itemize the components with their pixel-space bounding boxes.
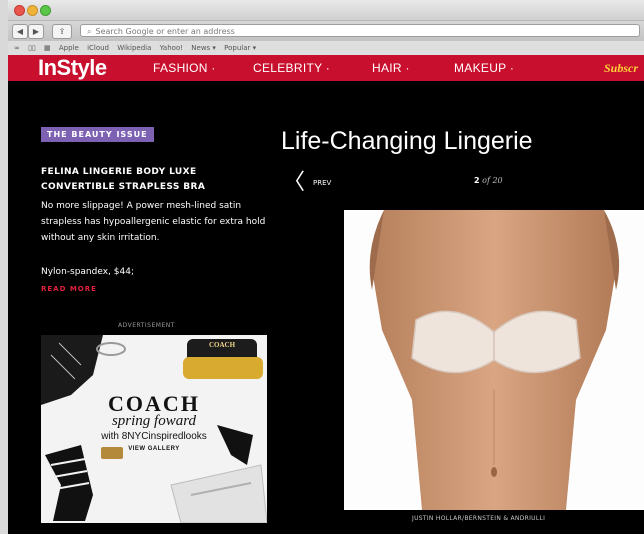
nav-hair[interactable]: HAIR · <box>372 61 410 75</box>
forward-icon[interactable]: ▶ <box>28 24 44 39</box>
close-window-button[interactable] <box>14 5 25 16</box>
bag-shape <box>170 464 267 523</box>
bookmark-icloud[interactable]: iCloud <box>87 44 109 52</box>
product-title: FELINA LINGERIE BODY LUXE CONVERTIBLE ST… <box>41 167 206 192</box>
chevron-left-icon: 〈 <box>283 170 306 195</box>
prev-button[interactable]: 〈 PREV <box>283 172 331 194</box>
address-bar[interactable]: ⌕ Search Google or enter an address <box>80 24 640 37</box>
top-sites-icon[interactable]: ▦ <box>44 44 51 52</box>
title-bar <box>8 0 644 21</box>
site-nav: InStyle FASHION · CELEBRITY · HAIR · MAK… <box>8 55 644 81</box>
minimize-window-button[interactable] <box>27 5 38 16</box>
bookmark-wikipedia[interactable]: Wikipedia <box>117 44 151 52</box>
ad-subline: with 8NYCinspiredlooks <box>101 431 207 442</box>
bookmarks-bar: ∞ ▯▯ ▦ Apple iCloud Wikipedia Yahoo! New… <box>8 41 644 56</box>
slide-counter: 2 of 20 <box>474 175 503 187</box>
ad-tagline: spring foward <box>111 413 197 429</box>
bookmark-yahoo[interactable]: Yahoo! <box>160 44 183 52</box>
instyle-logo[interactable]: InStyle <box>38 56 107 80</box>
product-description: No more slippage! A power mesh-lined sat… <box>41 201 266 243</box>
model-image <box>369 210 620 510</box>
bottle-body <box>183 357 263 379</box>
product-price: Nylon-spandex, $44; <box>41 267 134 277</box>
section-badge[interactable]: THE BEAUTY ISSUE <box>41 127 154 142</box>
zoom-window-button[interactable] <box>40 5 51 16</box>
photo-credit: JUSTIN HOLLAR/BERNSTEIN & ANDRIULLI <box>412 515 546 522</box>
slide-total: of 20 <box>482 176 503 185</box>
nav-fashion[interactable]: FASHION · <box>153 61 216 75</box>
navel-shape <box>491 467 497 477</box>
gallery-title: Life-Changing Lingerie <box>281 127 533 155</box>
address-placeholder: Search Google or enter an address <box>95 27 235 36</box>
bracelet-shape <box>96 342 126 356</box>
bookmark-news[interactable]: News ▾ <box>191 44 216 52</box>
nav-celebrity[interactable]: CELEBRITY · <box>253 61 330 75</box>
advertisement-label: ADVERTISEMENT <box>118 322 175 329</box>
view-gallery-link[interactable]: VIEW GALLERY <box>41 446 267 452</box>
read-more-link[interactable]: READ MORE <box>41 284 97 294</box>
reader-icon[interactable]: ∞ <box>14 44 20 52</box>
back-icon[interactable]: ◀ <box>12 24 28 39</box>
search-icon: ⌕ <box>87 27 92 36</box>
bookmark-apple[interactable]: Apple <box>59 44 79 52</box>
coach-advertisement[interactable]: COACH COACH spring foward with 8NYCinspi… <box>41 335 267 523</box>
nav-makeup[interactable]: MAKEUP · <box>454 61 514 75</box>
browser-toolbar: ◀ ▶ ⇪ ⌕ Search Google or enter an address <box>8 21 644 41</box>
bookmark-popular[interactable]: Popular ▾ <box>224 44 256 52</box>
browser-window: ◀ ▶ ⇪ ⌕ Search Google or enter an address… <box>8 0 644 534</box>
bookmarks-book-icon[interactable]: ▯▯ <box>28 44 36 52</box>
subscribe-link[interactable]: Subscr <box>604 61 638 76</box>
bottle-label: COACH <box>209 341 236 349</box>
current-slide: 2 <box>474 176 480 185</box>
product-photo[interactable] <box>344 210 644 510</box>
share-icon[interactable]: ⇪ <box>52 24 72 39</box>
prev-label: PREV <box>313 179 332 187</box>
